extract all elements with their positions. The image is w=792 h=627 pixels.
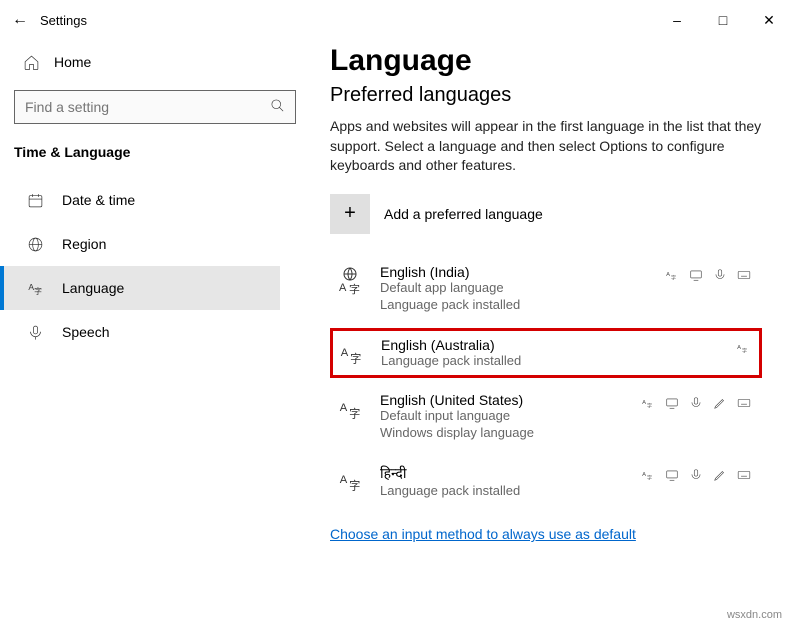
language-row-english-india[interactable]: A字 English (India) Default app language … bbox=[330, 256, 762, 322]
svg-text:A: A bbox=[340, 402, 348, 414]
nav-region[interactable]: Region bbox=[0, 222, 280, 266]
svg-text:A: A bbox=[737, 345, 741, 351]
language-row-english-us[interactable]: A字 English (United States) Default input… bbox=[330, 384, 762, 450]
svg-text:字: 字 bbox=[349, 282, 360, 295]
svg-text:字: 字 bbox=[671, 273, 676, 281]
svg-text:字: 字 bbox=[647, 474, 652, 482]
language-subtitle: Language pack installed bbox=[381, 353, 721, 370]
language-glyph-icon: A字 bbox=[334, 264, 366, 296]
language-glyph-icon: A字 bbox=[334, 464, 366, 496]
language-subtitle: Language pack installed bbox=[380, 483, 626, 500]
plus-icon: + bbox=[344, 202, 356, 225]
text-to-speech-icon: A字 bbox=[640, 467, 656, 483]
section-description: Apps and websites will appear in the fir… bbox=[330, 117, 762, 176]
text-to-speech-icon: A字 bbox=[640, 395, 656, 411]
microphone-icon bbox=[26, 324, 44, 341]
language-glyph-icon: A字 bbox=[335, 337, 367, 369]
speech-icon bbox=[688, 467, 704, 483]
svg-text:A: A bbox=[642, 472, 646, 478]
speech-icon bbox=[688, 395, 704, 411]
add-language-button[interactable]: + bbox=[330, 194, 370, 234]
svg-text:A: A bbox=[642, 401, 646, 407]
text-to-speech-icon: A字 bbox=[664, 267, 680, 283]
svg-text:字: 字 bbox=[34, 286, 42, 296]
language-name: English (Australia) bbox=[381, 337, 721, 353]
text-to-speech-icon: A字 bbox=[735, 340, 751, 356]
handwriting-icon bbox=[712, 395, 728, 411]
language-row-english-australia[interactable]: A字 English (Australia) Language pack ins… bbox=[330, 328, 762, 379]
nav-label: Speech bbox=[62, 324, 109, 340]
svg-text:字: 字 bbox=[647, 402, 652, 410]
nav-label: Date & time bbox=[62, 192, 135, 208]
language-glyph-icon: A字 bbox=[334, 392, 366, 424]
language-name: English (United States) bbox=[380, 392, 626, 408]
home-label: Home bbox=[54, 54, 91, 70]
svg-text:字: 字 bbox=[349, 479, 360, 493]
language-subtitle2: Windows display language bbox=[380, 425, 626, 442]
display-icon bbox=[664, 467, 680, 483]
language-subtitle: Default app language bbox=[380, 280, 650, 297]
language-features: A字 bbox=[735, 339, 751, 357]
language-features: A字 bbox=[664, 266, 752, 284]
svg-text:字: 字 bbox=[742, 346, 747, 354]
language-features: A字 bbox=[640, 466, 752, 484]
home-icon bbox=[22, 54, 40, 71]
nav-label: Region bbox=[62, 236, 106, 252]
nav-date-time[interactable]: Date & time bbox=[0, 178, 280, 222]
window-title: Settings bbox=[40, 13, 87, 28]
display-icon bbox=[664, 395, 680, 411]
keyboard-icon bbox=[736, 395, 752, 411]
clock-icon bbox=[26, 192, 44, 209]
add-language-label: Add a preferred language bbox=[384, 206, 543, 222]
display-icon bbox=[688, 267, 704, 283]
back-button[interactable]: ← bbox=[0, 11, 40, 29]
page-heading: Language bbox=[330, 44, 762, 78]
home-nav[interactable]: Home bbox=[14, 40, 296, 84]
svg-text:A: A bbox=[339, 282, 347, 294]
input-method-link[interactable]: Choose an input method to always use as … bbox=[330, 526, 762, 542]
language-name: हिन्दी bbox=[380, 464, 626, 483]
svg-text:A: A bbox=[341, 346, 349, 358]
close-button[interactable]: ✕ bbox=[746, 0, 792, 40]
search-input[interactable] bbox=[14, 90, 296, 124]
svg-text:字: 字 bbox=[350, 351, 361, 365]
svg-text:A: A bbox=[340, 474, 348, 486]
language-name: English (India) bbox=[380, 264, 650, 280]
speech-icon bbox=[712, 267, 728, 283]
keyboard-icon bbox=[736, 467, 752, 483]
search-field[interactable] bbox=[25, 99, 270, 115]
handwriting-icon bbox=[712, 467, 728, 483]
svg-text:A: A bbox=[666, 272, 670, 278]
language-subtitle: Default input language bbox=[380, 408, 626, 425]
language-icon: A字 bbox=[26, 280, 44, 297]
language-row-hindi[interactable]: A字 हिन्दी Language pack installed A字 bbox=[330, 456, 762, 508]
language-features: A字 bbox=[640, 394, 752, 412]
search-icon bbox=[270, 98, 285, 116]
watermark: wsxdn.com bbox=[727, 609, 782, 621]
globe-icon bbox=[26, 236, 44, 253]
section-heading: Preferred languages bbox=[330, 84, 762, 107]
language-subtitle2: Language pack installed bbox=[380, 297, 650, 314]
svg-text:字: 字 bbox=[349, 407, 360, 421]
maximize-button[interactable]: □ bbox=[700, 0, 746, 40]
nav-speech[interactable]: Speech bbox=[0, 310, 280, 354]
category-title: Time & Language bbox=[14, 144, 296, 160]
minimize-button[interactable]: – bbox=[654, 0, 700, 40]
nav-language[interactable]: A字 Language bbox=[0, 266, 280, 310]
nav-label: Language bbox=[62, 280, 124, 296]
keyboard-icon bbox=[736, 267, 752, 283]
